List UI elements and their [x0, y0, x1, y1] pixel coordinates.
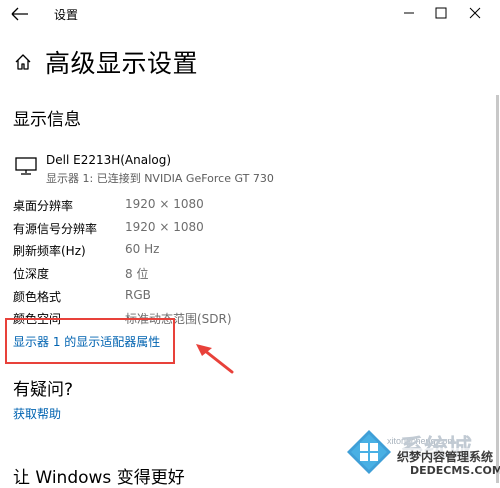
- help-heading: 有疑问?: [13, 380, 74, 400]
- watermark-url: xitongcheng.com: [387, 436, 456, 446]
- watermark-brand: 系统城: [400, 434, 472, 462]
- adapter-properties-link[interactable]: 显示器 1 的显示适配器属性: [13, 333, 160, 350]
- color-format-value: RGB: [125, 288, 151, 302]
- back-arrow-icon[interactable]: [8, 4, 32, 24]
- get-help-link[interactable]: 获取帮助: [13, 405, 61, 422]
- red-arrow-icon: [196, 344, 234, 374]
- bit-depth-value: 8 位: [125, 267, 149, 281]
- scrollbar[interactable]: [496, 95, 499, 483]
- maximize-icon[interactable]: [422, 0, 460, 28]
- color-format-label: 颜色格式: [13, 290, 62, 304]
- improve-windows-heading: 让 Windows 变得更好: [13, 468, 185, 488]
- windows-logo-icon: [347, 430, 391, 474]
- watermark-cms: 织梦内容管理系统: [397, 448, 494, 465]
- monitor-name: Dell E2213H(Analog): [46, 153, 172, 167]
- display-info-heading: 显示信息: [13, 110, 81, 130]
- page-title: 高级显示设置: [45, 49, 199, 78]
- close-icon[interactable]: [456, 0, 494, 28]
- window-title: 设置: [54, 8, 79, 22]
- refresh-rate-value: 60 Hz: [125, 242, 160, 256]
- monitor-icon: [15, 157, 37, 175]
- desktop-resolution-value: 1920 × 1080: [125, 197, 204, 211]
- refresh-rate-label: 刷新频率(Hz): [13, 244, 86, 258]
- bit-depth-label: 位深度: [13, 267, 50, 281]
- title-bar: 设置: [0, 0, 500, 30]
- monitor-connection: 显示器 1: 已连接到 NVIDIA GeForce GT 730: [46, 172, 274, 185]
- watermark-domain: DEDECMS.COM: [410, 464, 500, 477]
- desktop-resolution-label: 桌面分辨率: [13, 199, 74, 213]
- active-signal-resolution-value: 1920 × 1080: [125, 220, 204, 234]
- active-signal-resolution-label: 有源信号分辨率: [13, 222, 98, 236]
- home-icon[interactable]: [13, 52, 33, 72]
